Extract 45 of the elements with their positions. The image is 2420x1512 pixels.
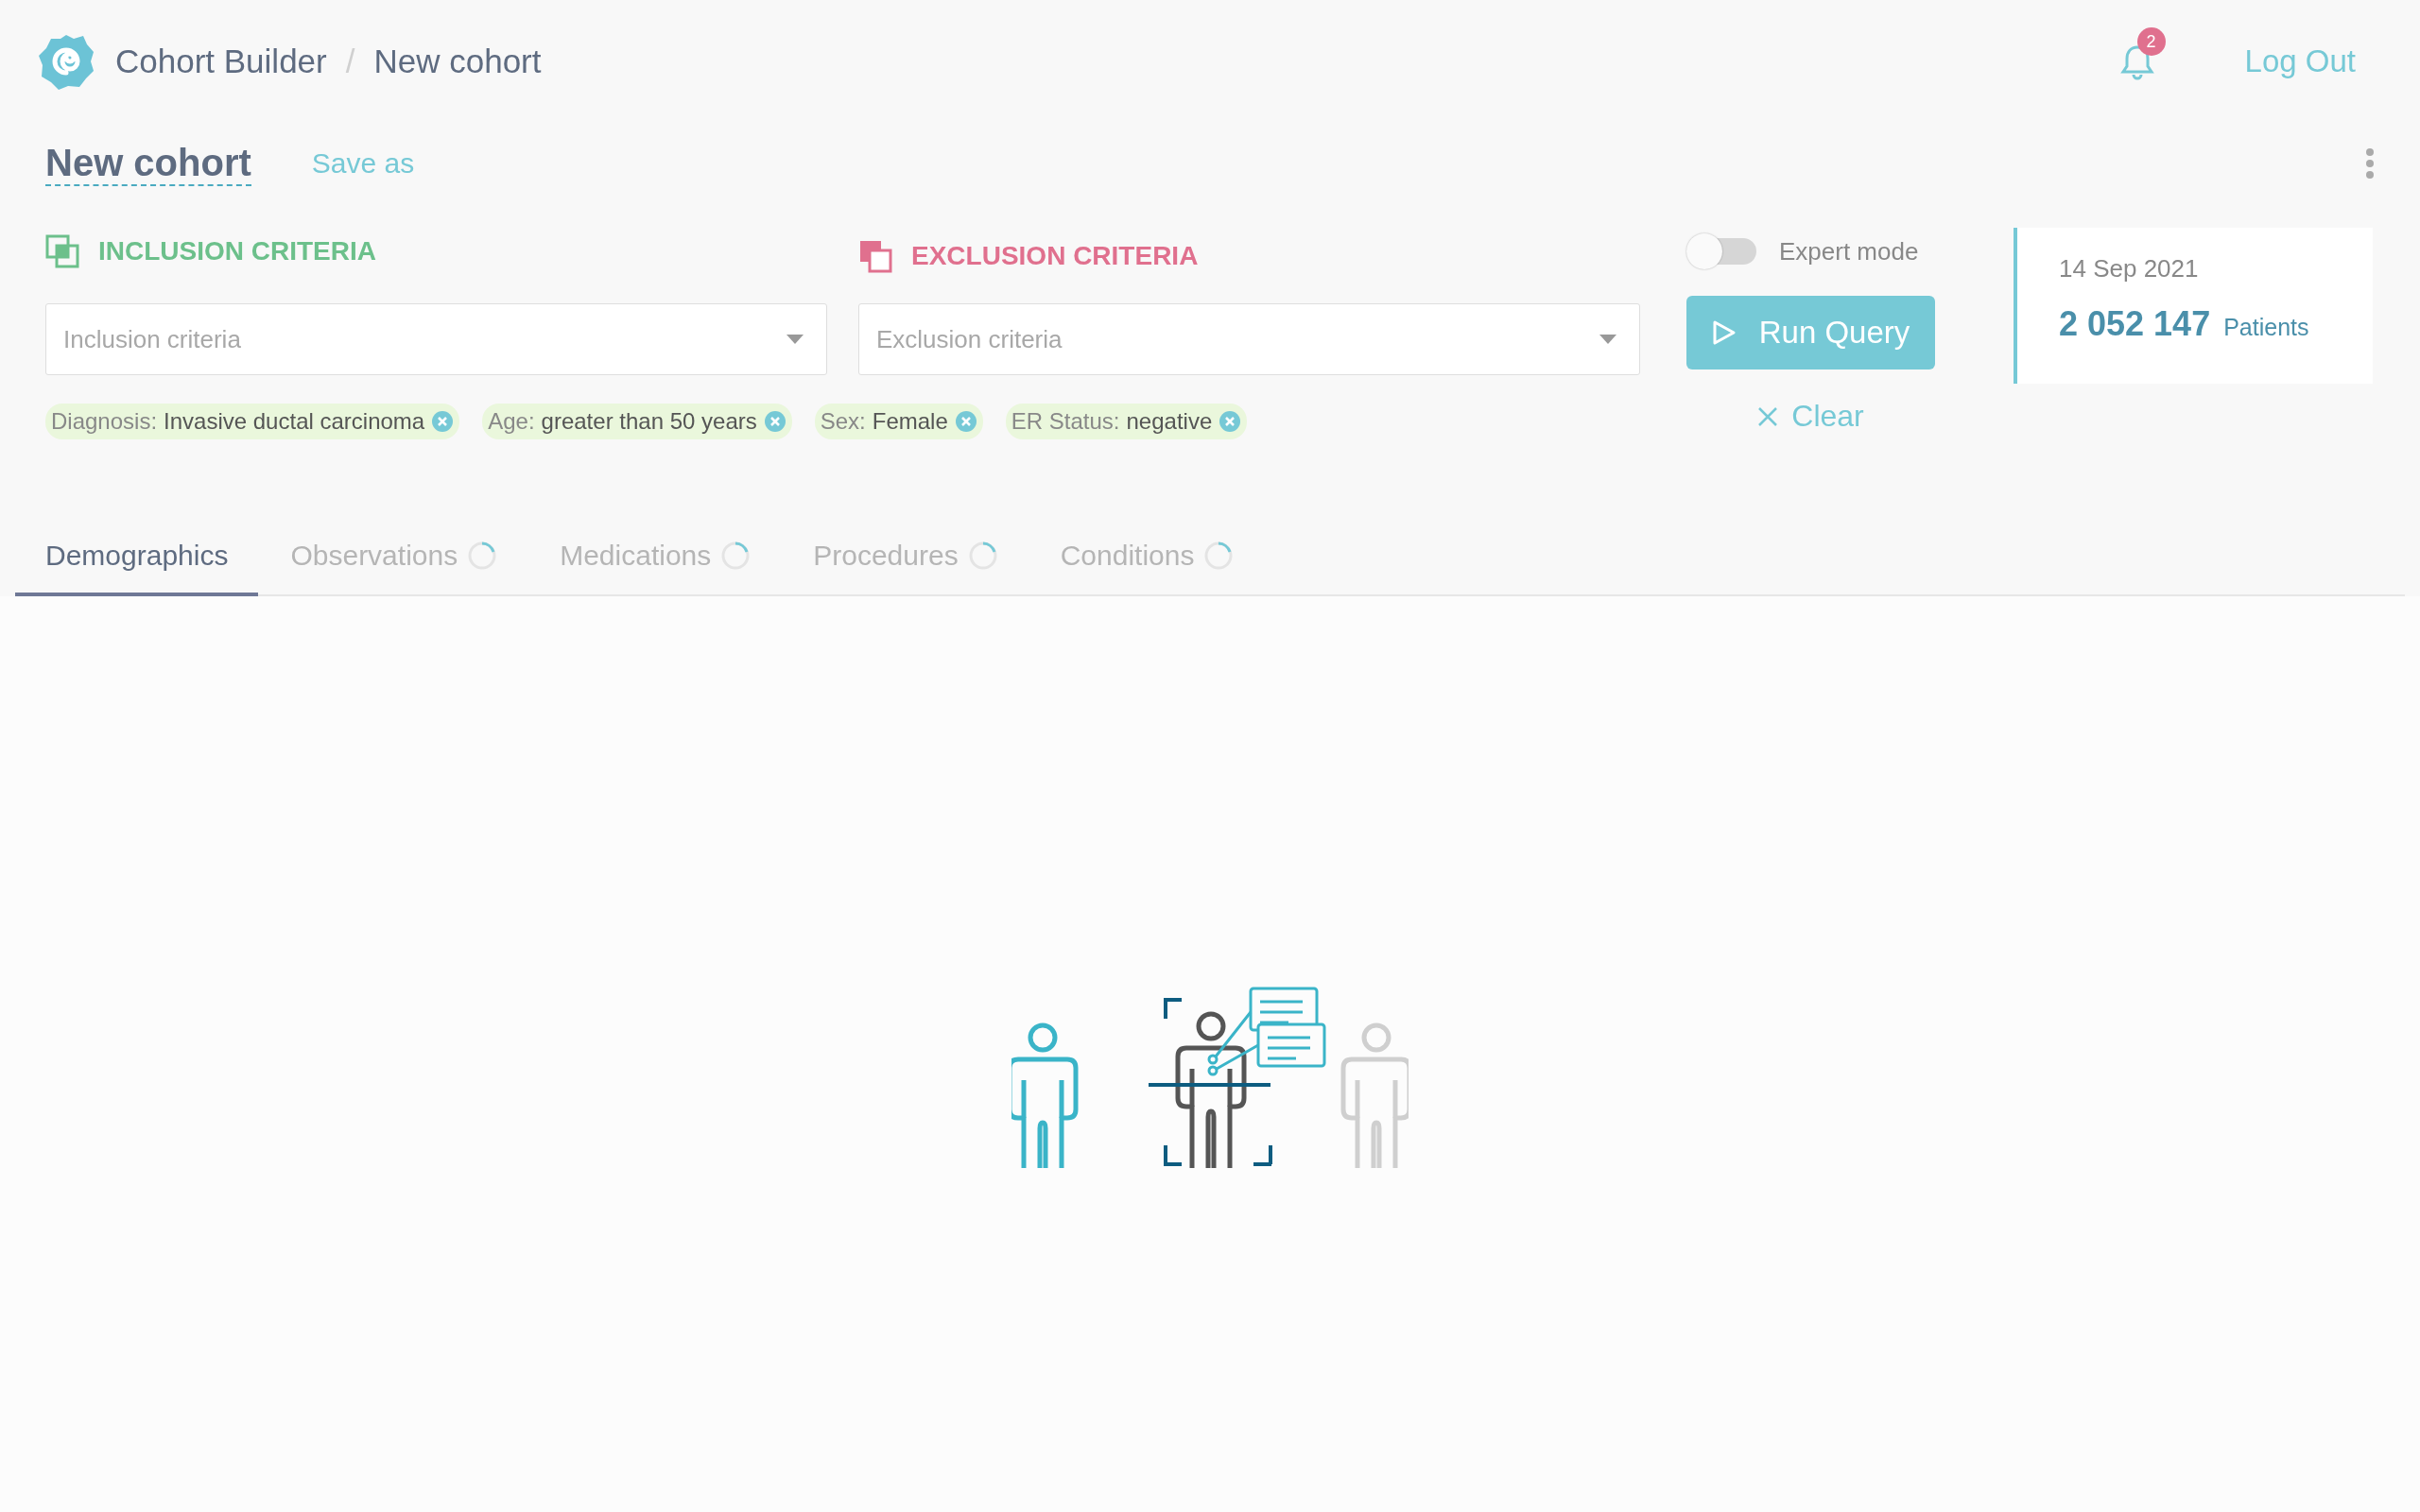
patient-count: 2 052 147	[2059, 304, 2211, 344]
save-as-link[interactable]: Save as	[311, 147, 415, 180]
remove-icon[interactable]	[763, 410, 786, 433]
remove-icon[interactable]	[954, 410, 977, 433]
dropdown-caret-icon	[1599, 335, 1616, 344]
loading-spinner-icon	[967, 541, 998, 571]
dropdown-caret-icon	[786, 335, 804, 344]
loading-spinner-icon	[720, 541, 752, 571]
chip-value: Female	[872, 408, 948, 435]
remove-icon[interactable]	[1219, 410, 1242, 433]
run-query-button[interactable]: Run Query	[1686, 296, 1935, 369]
breadcrumb-current: New cohort	[373, 43, 542, 80]
tab[interactable]: Procedures	[783, 519, 1028, 596]
notification-count: 2	[2136, 27, 2166, 56]
clear-button[interactable]: Clear	[1686, 398, 1935, 435]
loading-spinner-icon	[1203, 541, 1235, 571]
inclusion-heading: INCLUSION CRITERIA	[98, 236, 376, 266]
chip-value: negative	[1126, 408, 1213, 435]
tab[interactable]: Medications	[529, 519, 782, 596]
app-title[interactable]: Cohort Builder	[115, 43, 327, 80]
close-icon	[1757, 405, 1779, 427]
summary-date: 14 Sep 2021	[2059, 254, 2200, 284]
inclusion-icon	[45, 234, 79, 268]
tab[interactable]: Observations	[260, 519, 528, 596]
chip-label: Age:	[488, 408, 535, 435]
cohort-title[interactable]: New cohort	[45, 141, 251, 186]
patient-unit: Patients	[2223, 314, 2309, 341]
remove-icon[interactable]	[431, 410, 455, 433]
exclusion-criteria-dropdown[interactable]: Exclusion criteria	[858, 303, 1640, 375]
chip-value: greater than 50 years	[541, 408, 757, 435]
expert-mode-toggle[interactable]	[1686, 233, 1758, 269]
chip-value: Invasive ductal carcinoma	[164, 408, 425, 435]
expert-mode-label: Expert mode	[1779, 236, 1919, 266]
tab[interactable]: Conditions	[1029, 519, 1265, 596]
logout-link[interactable]: Log Out	[2244, 43, 2356, 79]
chip-label: ER Status:	[1011, 408, 1120, 435]
breadcrumb-separator: /	[345, 43, 355, 80]
inclusion-criteria-dropdown[interactable]: Inclusion criteria	[45, 303, 827, 375]
loading-spinner-icon	[467, 541, 498, 571]
play-icon	[1711, 319, 1737, 346]
exclusion-icon	[858, 239, 892, 273]
chip-label: Sex:	[820, 408, 866, 435]
exclusion-heading: EXCLUSION CRITERIA	[911, 241, 1199, 271]
chip-label: Diagnosis:	[51, 408, 158, 435]
more-options-icon[interactable]	[2365, 148, 2375, 179]
